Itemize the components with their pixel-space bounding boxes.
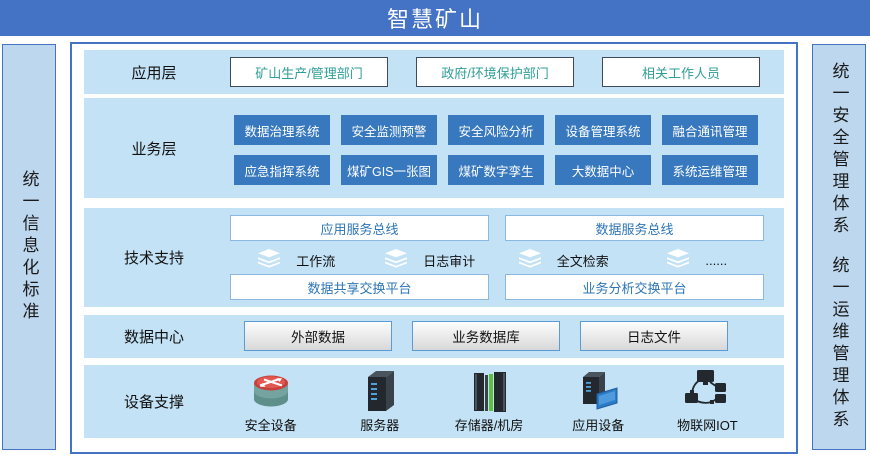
layer-application: 应用层 矿山生产/管理部门 政府/环境保护部门 相关工作人员 (84, 50, 784, 94)
service-bus-box: 应用服务总线 (230, 215, 489, 241)
layer-label: 设备支撑 (84, 365, 224, 438)
business-row-1: 数据治理系统 安全监测预警 安全风险分析 设备管理系统 融合通讯管理 (234, 115, 758, 145)
layer-label: 技术支持 (84, 208, 224, 307)
smart-mine-architecture-diagram: 智慧矿山 统一信息化标准 统一安全管理体系 统一运维管理体系 应用层 矿山生产/… (0, 0, 870, 457)
right-pillar-management-systems: 统一安全管理体系 统一运维管理体系 (812, 44, 866, 450)
middleware-item: 全文检索 (497, 248, 631, 273)
equipment-label: 存储器/机房 (455, 415, 524, 434)
middleware-label: 工作流 (296, 251, 335, 270)
security-device-icon (248, 367, 294, 413)
middleware-item: ...... (631, 248, 765, 273)
application-box: 政府/环境保护部门 (416, 57, 574, 87)
server-icon (361, 367, 399, 413)
business-button: 融合通讯管理 (662, 115, 758, 145)
storage-rack-icon (469, 367, 509, 413)
data-box: 业务数据库 (412, 321, 560, 351)
layer-tech-support: 技术支持 应用服务总线 数据服务总线 工作流 (84, 208, 784, 307)
layers-icon (385, 249, 407, 273)
middleware-item: 工作流 (230, 248, 364, 273)
business-button: 数据治理系统 (234, 115, 330, 145)
right-pillar-label-security: 统一安全管理体系 (827, 62, 852, 238)
service-bus-box: 数据服务总线 (505, 215, 764, 241)
equipment-item: 物联网IOT (653, 367, 762, 434)
layer-business: 业务层 数据治理系统 安全监测预警 安全风险分析 设备管理系统 融合通讯管理 应… (84, 98, 784, 198)
equipment-label: 安全设备 (245, 415, 297, 434)
equipment-item: 存储器/机房 (434, 367, 543, 434)
equipment-item: 应用设备 (544, 367, 653, 434)
left-pillar-label: 统一信息化标准 (17, 170, 42, 324)
application-box: 矿山生产/管理部门 (230, 57, 388, 87)
platform-box: 业务分析交换平台 (505, 274, 764, 300)
layer-label: 业务层 (84, 98, 224, 198)
layers-icon (519, 249, 541, 273)
business-button: 煤矿GIS一张图 (341, 155, 437, 185)
middleware-label: ...... (705, 253, 727, 268)
equipment-label: 服务器 (360, 415, 399, 434)
equipment-label: 应用设备 (572, 415, 624, 434)
layer-data-center: 数据中心 外部数据 业务数据库 日志文件 (84, 315, 784, 358)
data-box: 日志文件 (580, 321, 728, 351)
layers-icon (667, 249, 689, 273)
app-device-icon (576, 367, 620, 413)
business-row-2: 应急指挥系统 煤矿GIS一张图 煤矿数字孪生 大数据中心 系统运维管理 (234, 155, 758, 185)
equipment-item: 安全设备 (216, 367, 325, 434)
right-pillar-label-ops: 统一运维管理体系 (827, 256, 852, 432)
business-button: 大数据中心 (555, 155, 651, 185)
title-banner: 智慧矿山 (0, 0, 870, 36)
left-pillar-unified-information-standard: 统一信息化标准 (2, 44, 56, 450)
business-button: 设备管理系统 (555, 115, 651, 145)
diagram-title: 智慧矿山 (387, 2, 483, 34)
service-bus-row: 应用服务总线 数据服务总线 (230, 215, 764, 241)
business-button: 应急指挥系统 (234, 155, 330, 185)
exchange-platform-row: 数据共享交换平台 业务分析交换平台 (230, 274, 764, 300)
layer-equipment: 设备支撑 (84, 365, 784, 438)
equipment-items: 安全设备 服务器 (216, 367, 762, 434)
equipment-label: 物联网IOT (677, 415, 738, 434)
business-button: 煤矿数字孪生 (448, 155, 544, 185)
middleware-row: 工作流 日志审计 (230, 248, 764, 273)
platform-box: 数据共享交换平台 (230, 274, 489, 300)
business-button: 系统运维管理 (662, 155, 758, 185)
business-button: 安全监测预警 (341, 115, 437, 145)
equipment-item: 服务器 (325, 367, 434, 434)
layer-label: 应用层 (84, 50, 224, 94)
middleware-label: 日志审计 (423, 251, 475, 270)
data-center-boxes: 外部数据 业务数据库 日志文件 (244, 321, 728, 351)
business-button: 安全风险分析 (448, 115, 544, 145)
application-box: 相关工作人员 (602, 57, 760, 87)
iot-network-icon (684, 367, 730, 413)
layer-label: 数据中心 (84, 315, 224, 358)
application-boxes: 矿山生产/管理部门 政府/环境保护部门 相关工作人员 (230, 57, 760, 87)
data-box: 外部数据 (244, 321, 392, 351)
architecture-panel: 应用层 矿山生产/管理部门 政府/环境保护部门 相关工作人员 业务层 数据治理系… (70, 42, 798, 454)
layers-icon (258, 249, 280, 273)
middleware-label: 全文检索 (557, 251, 609, 270)
middleware-item: 日志审计 (364, 248, 498, 273)
